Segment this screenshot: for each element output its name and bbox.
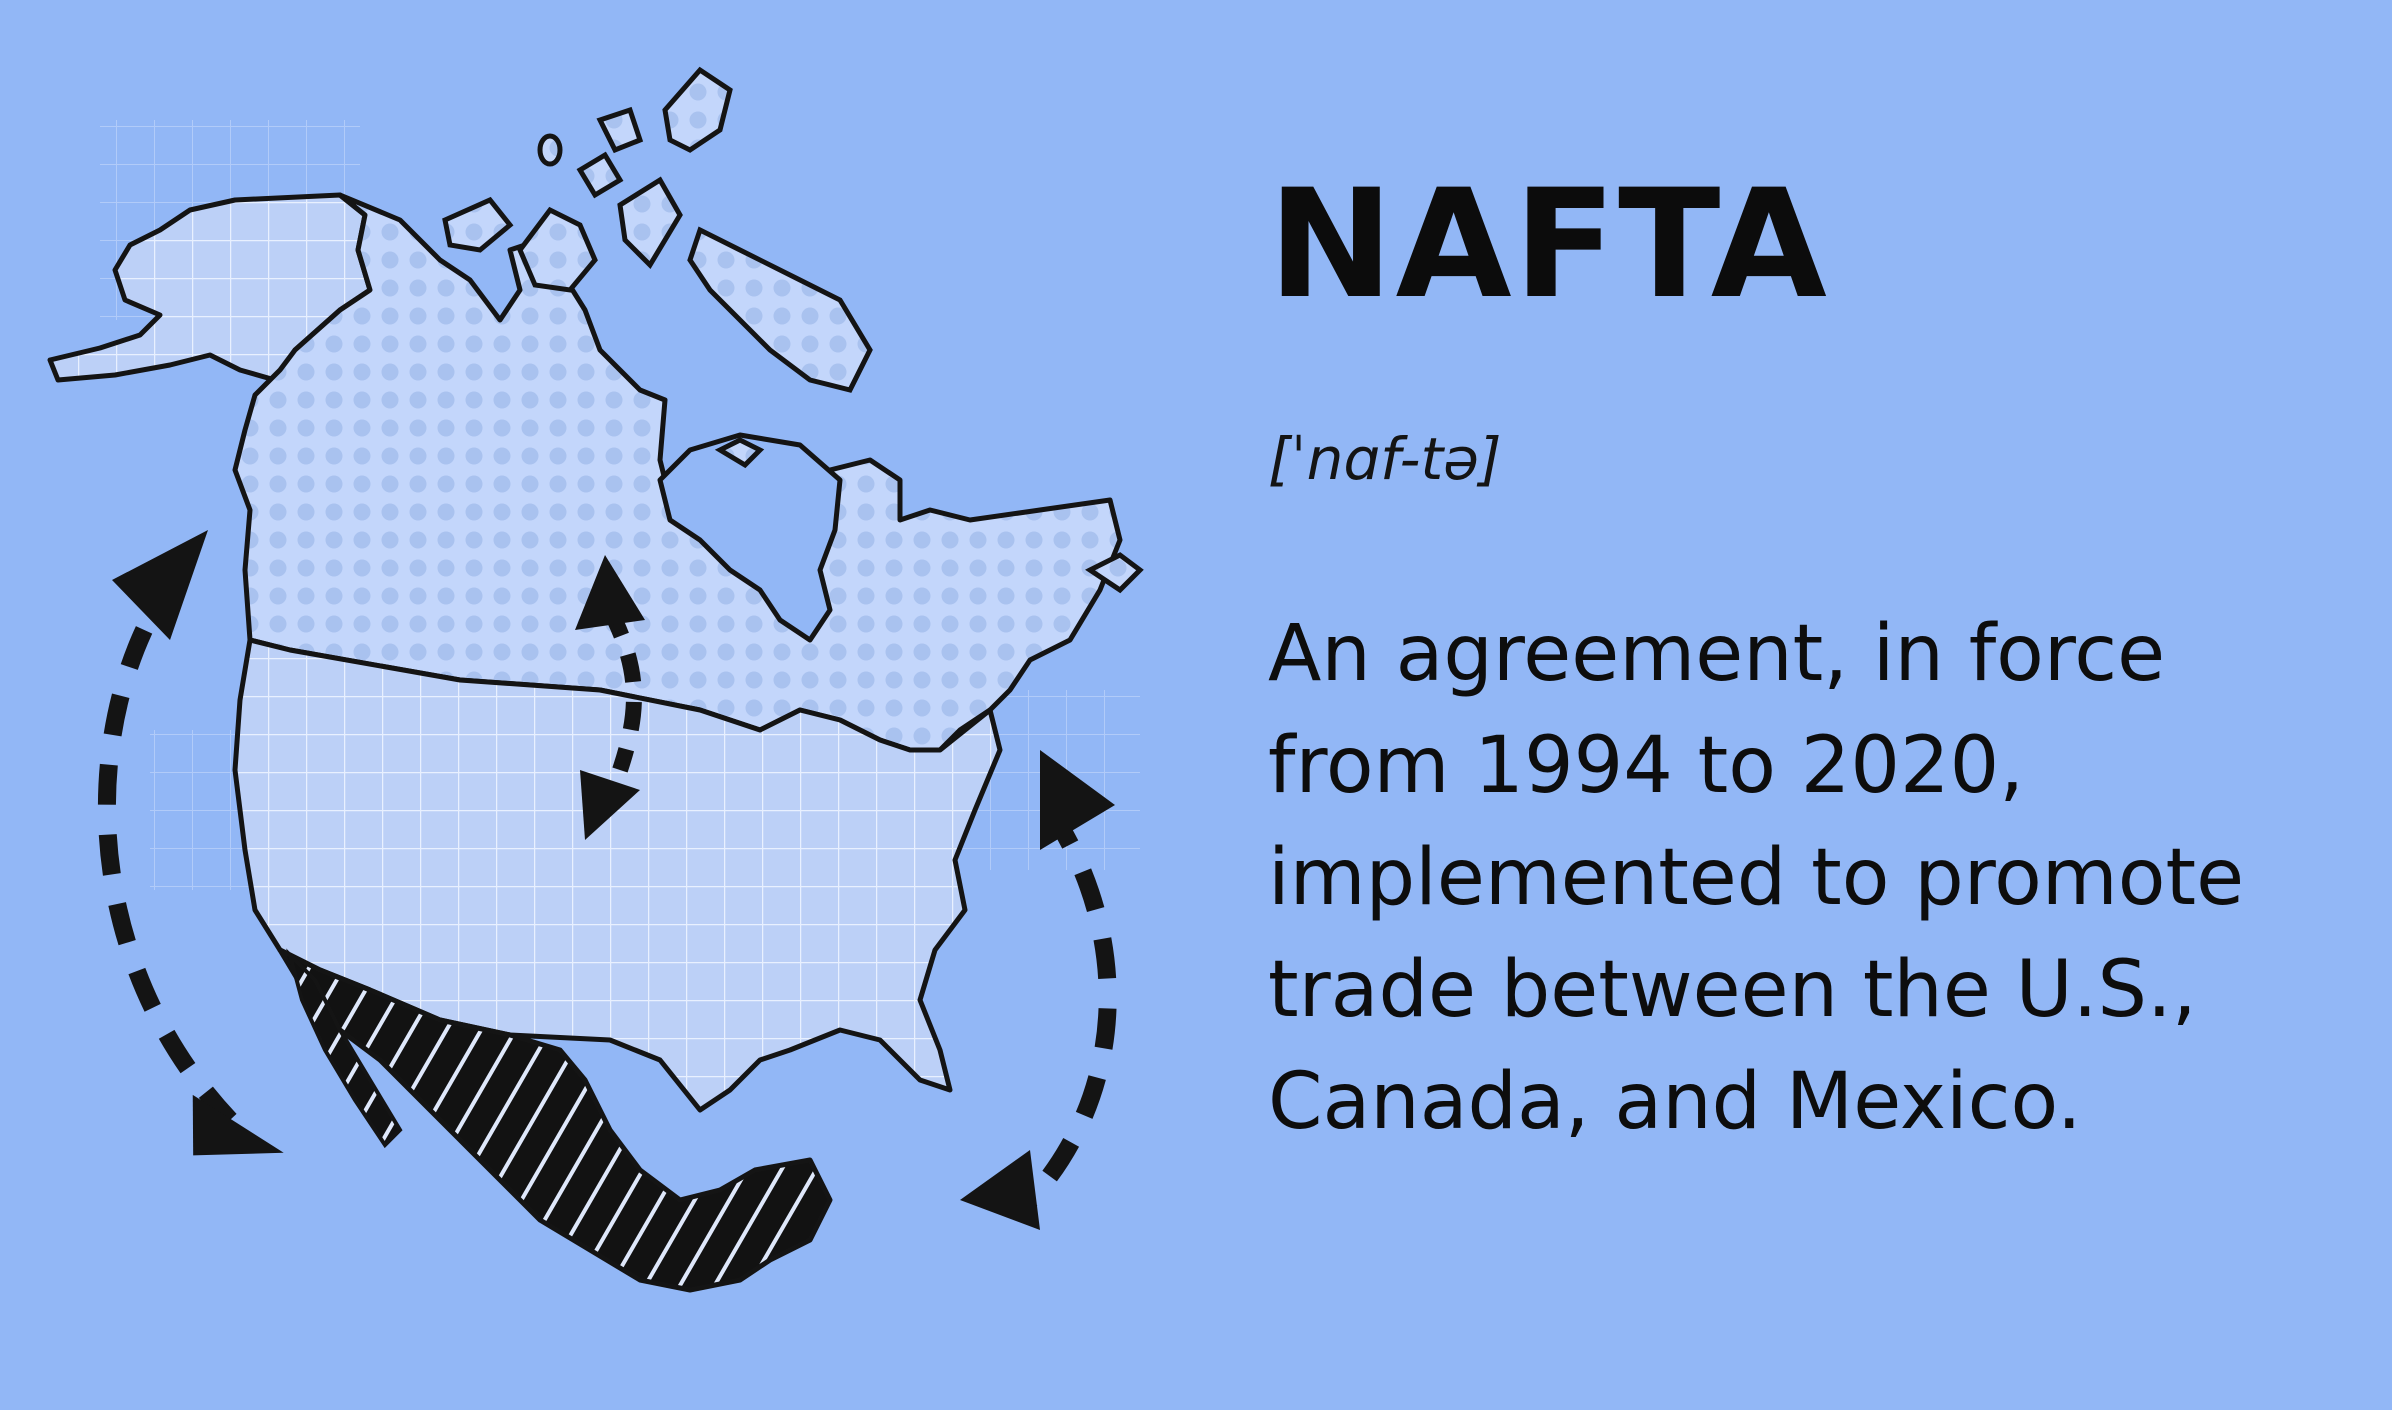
pronunciation: [ˈnɑf-tə] (1268, 425, 1502, 493)
definition-text: An agreement, in force from 1994 to 2020… (1268, 609, 2245, 1147)
arctic-island (576, 151, 624, 199)
arctic-island (517, 206, 598, 293)
term-title: NAFTA (1268, 158, 1829, 332)
arctic-island (662, 66, 733, 153)
arctic-island (687, 226, 873, 393)
arctic-island (596, 106, 644, 154)
north-america-map-illustration (40, 50, 1180, 1370)
arctic-island (617, 176, 683, 270)
definition-panel: NAFTA [ˈnɑf-tə] An agreement, in force f… (1268, 170, 2348, 1158)
arctic-island (537, 133, 563, 167)
arctic-island (442, 196, 514, 253)
